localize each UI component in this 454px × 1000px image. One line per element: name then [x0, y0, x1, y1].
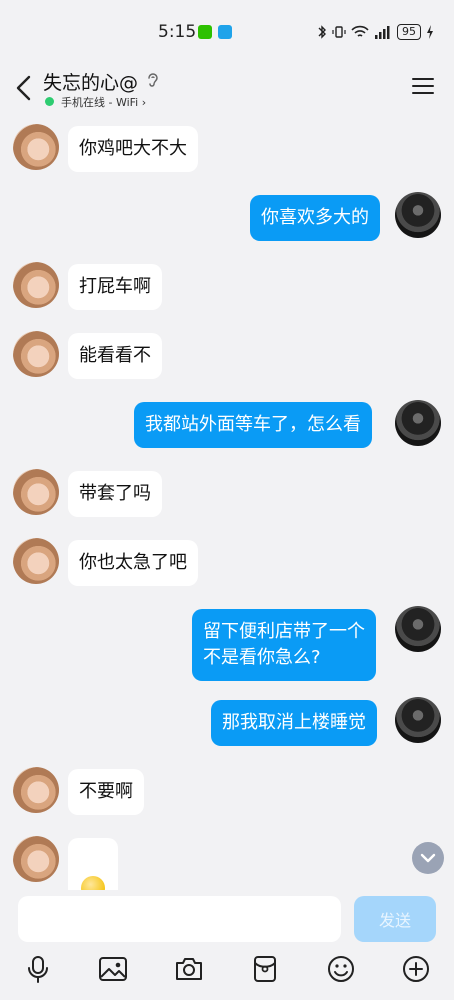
- charging-icon: [427, 25, 433, 39]
- incoming-message[interactable]: 你也太急了吧: [68, 540, 198, 586]
- status-time: 5:15: [158, 22, 197, 42]
- incoming-message[interactable]: 带套了吗: [68, 471, 162, 517]
- my-avatar[interactable]: [395, 697, 441, 743]
- incoming-message[interactable]: 你鸡吧大不大: [68, 126, 198, 172]
- wifi-icon: [351, 25, 369, 37]
- incoming-emoji-message[interactable]: [68, 838, 118, 890]
- menu-icon[interactable]: [412, 76, 434, 96]
- scroll-to-bottom-button[interactable]: [412, 842, 444, 874]
- outgoing-message[interactable]: 留下便利店带了一个 不是看你急么?: [192, 609, 376, 681]
- bluetooth-icon: [318, 25, 326, 39]
- battery-indicator: 95: [397, 24, 421, 40]
- my-avatar[interactable]: [395, 606, 441, 652]
- qq-notification-icon: [218, 25, 232, 39]
- image-icon[interactable]: [98, 954, 128, 984]
- incoming-message[interactable]: 不要啊: [68, 769, 144, 815]
- status-bar: 5:15 95: [0, 0, 454, 62]
- status-indicators: 95: [317, 24, 434, 40]
- chevron-right-icon: ›: [141, 96, 147, 109]
- vibrate-icon: [332, 26, 346, 38]
- message-input[interactable]: [18, 896, 341, 942]
- emoji-icon[interactable]: [326, 954, 356, 984]
- contact-avatar[interactable]: [13, 767, 59, 813]
- outgoing-message[interactable]: 我都站外面等车了，怎么看: [134, 402, 372, 448]
- contact-avatar[interactable]: [13, 262, 59, 308]
- incoming-message[interactable]: 能看看不: [68, 333, 162, 379]
- chat-header: 失忘的心@ 手机在线 - WiFi ›: [0, 62, 454, 114]
- message-list[interactable]: 你鸡吧大不大 你喜欢多大的 打屁车啊 能看看不 我都站外面等车了，怎么看 带套了…: [0, 114, 454, 890]
- input-area: 发送: [0, 890, 454, 1000]
- ear-icon[interactable]: [146, 71, 160, 89]
- signal-icon: [375, 26, 390, 39]
- wechat-notification-icon: [198, 25, 212, 39]
- contact-avatar[interactable]: [13, 469, 59, 515]
- send-button[interactable]: 发送: [354, 896, 436, 942]
- smirk-emoji-icon: [81, 876, 105, 890]
- incoming-message[interactable]: 打屁车啊: [68, 264, 162, 310]
- contact-avatar[interactable]: [13, 538, 59, 584]
- plus-icon[interactable]: [401, 954, 431, 984]
- red-packet-icon[interactable]: [250, 954, 280, 984]
- back-arrow-icon[interactable]: [12, 74, 36, 102]
- microphone-icon[interactable]: [23, 954, 53, 984]
- camera-icon[interactable]: [174, 954, 204, 984]
- outgoing-message[interactable]: 你喜欢多大的: [250, 195, 380, 241]
- outgoing-message[interactable]: 那我取消上楼睡觉: [211, 700, 377, 746]
- my-avatar[interactable]: [395, 400, 441, 446]
- chevron-down-icon: [420, 853, 436, 863]
- online-status-text[interactable]: 手机在线 - WiFi ›: [61, 94, 146, 110]
- online-status-dot: [45, 97, 54, 106]
- contact-avatar[interactable]: [13, 836, 59, 882]
- contact-avatar[interactable]: [13, 124, 59, 170]
- my-avatar[interactable]: [395, 192, 441, 238]
- chat-title[interactable]: 失忘的心@: [43, 68, 138, 95]
- contact-avatar[interactable]: [13, 331, 59, 377]
